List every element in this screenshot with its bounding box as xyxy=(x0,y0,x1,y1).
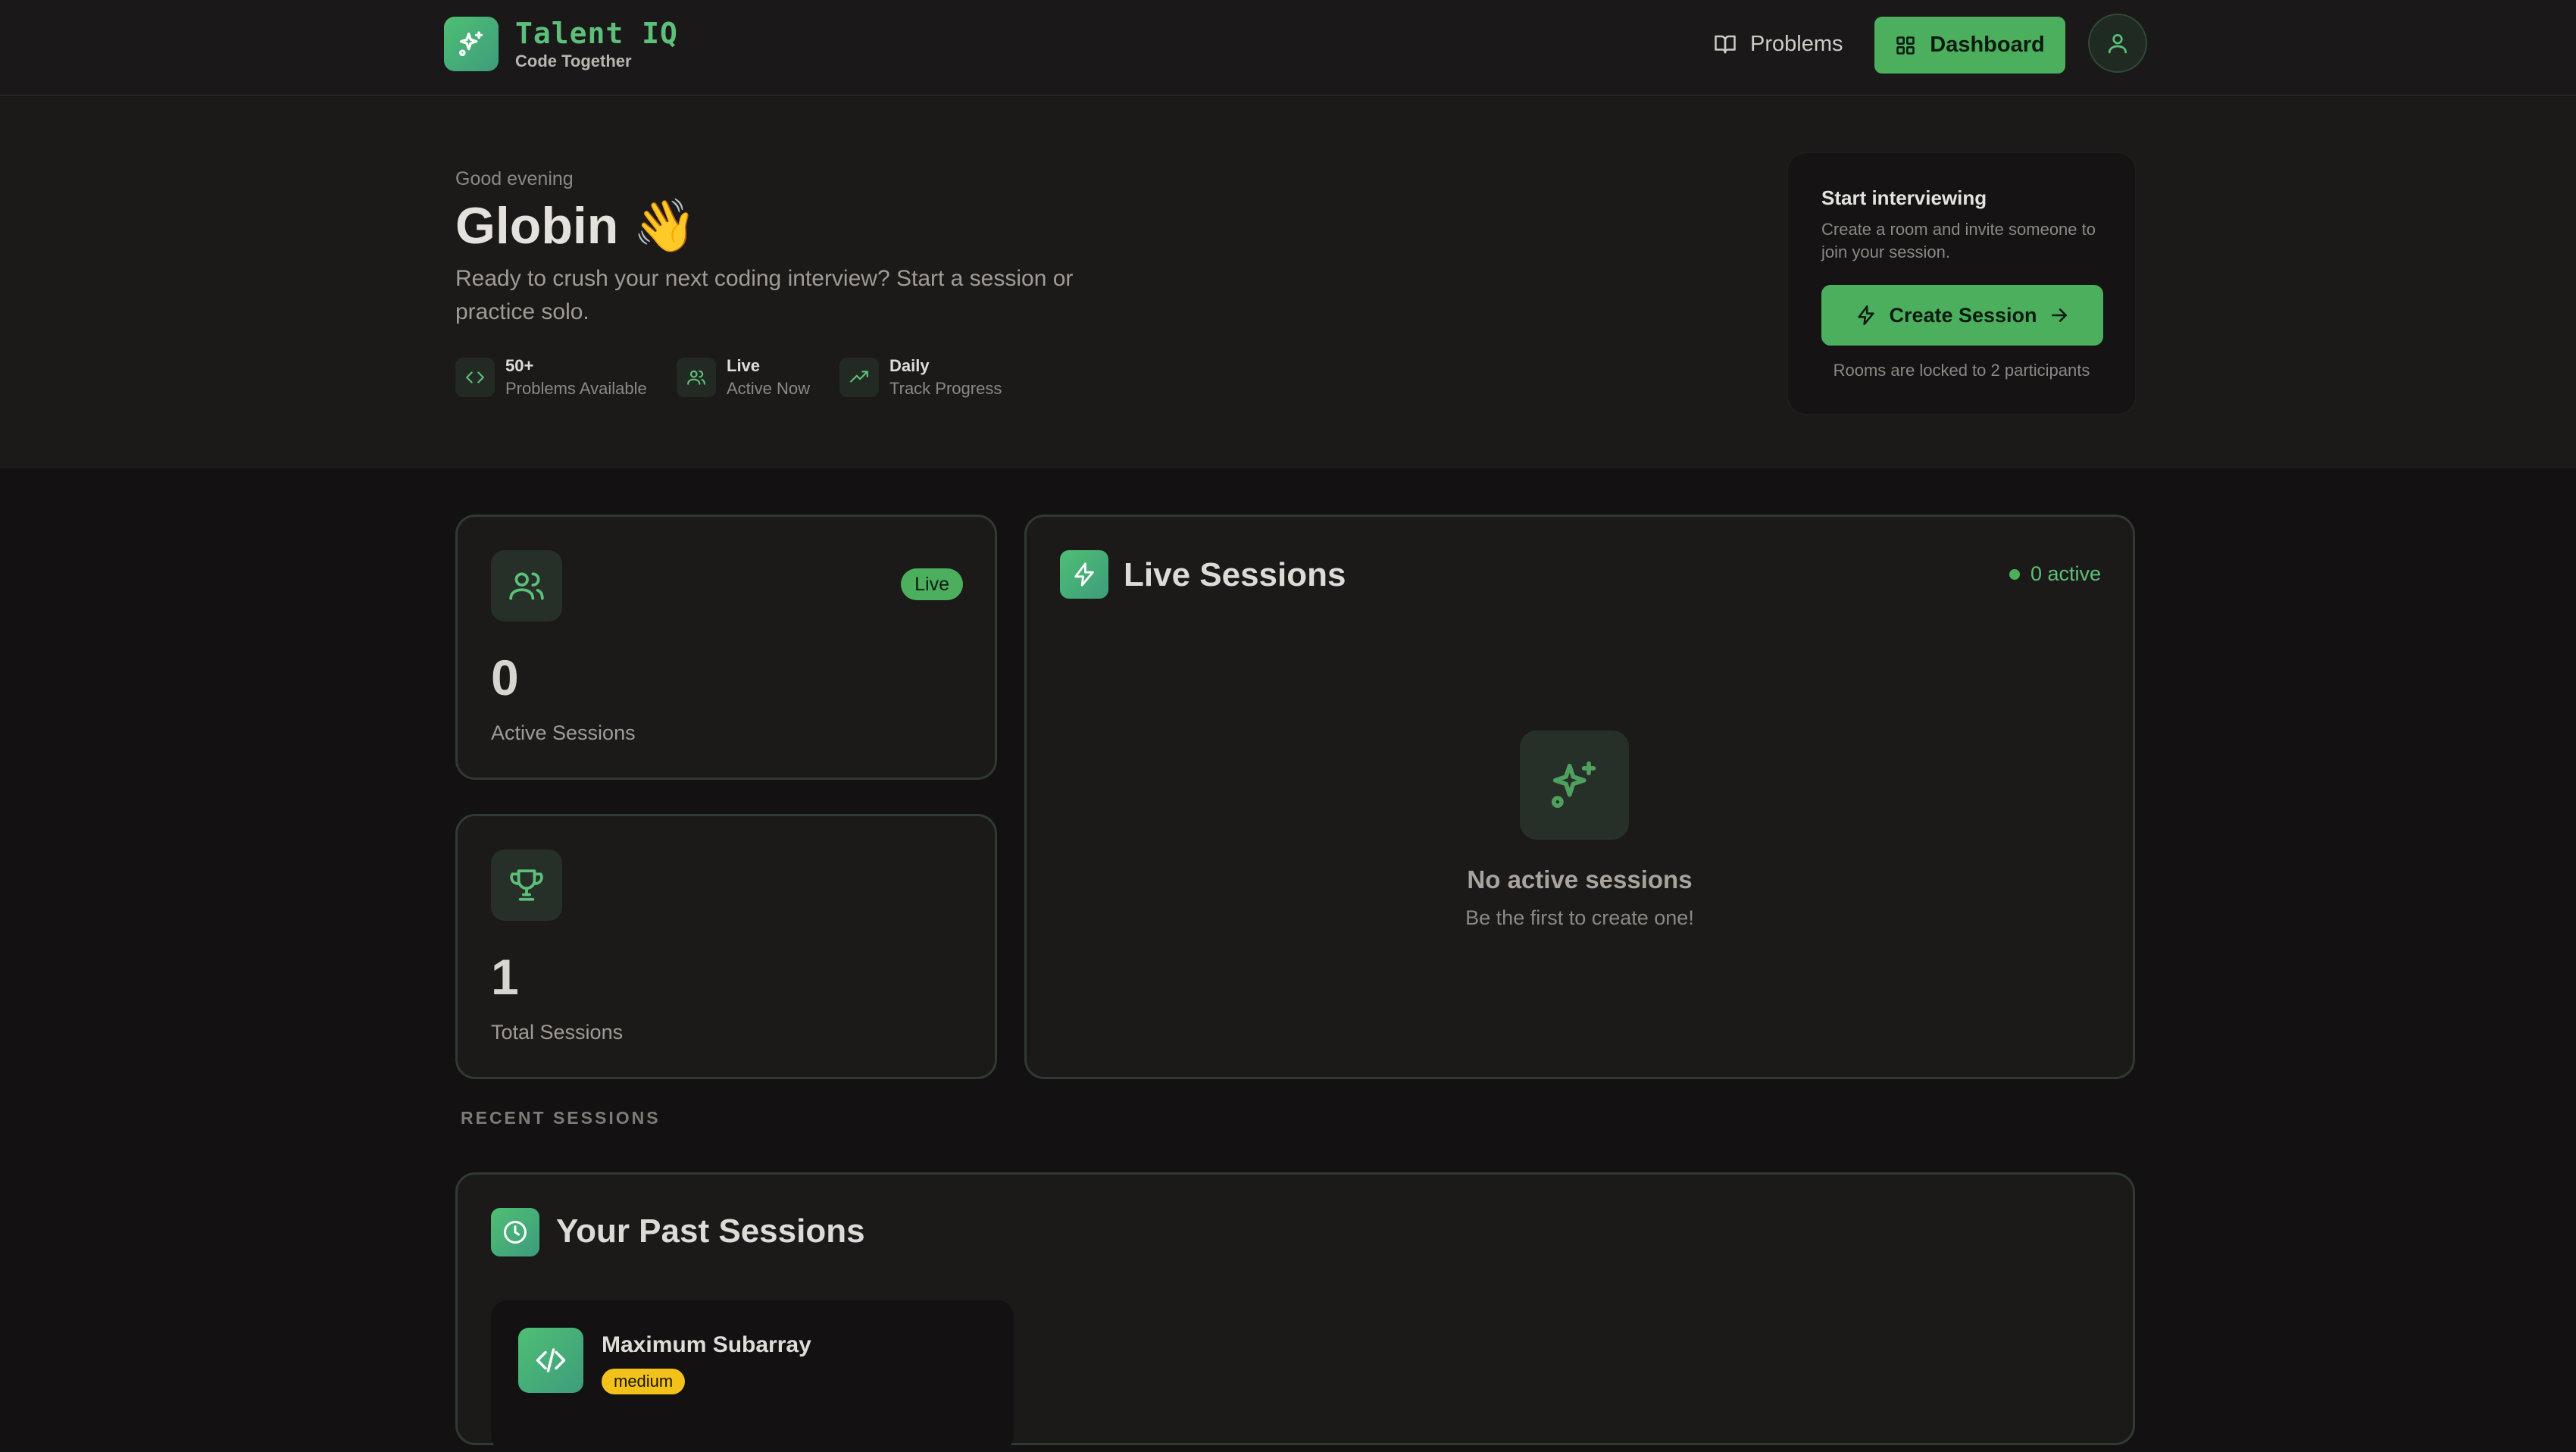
nav-dashboard-button[interactable]: Dashboard xyxy=(1874,17,2065,74)
code-icon xyxy=(455,358,495,397)
create-session-button[interactable]: Create Session xyxy=(1821,285,2103,346)
empty-state-title: No active sessions xyxy=(1467,865,1693,893)
clock-icon xyxy=(491,1208,539,1256)
live-badge: Live xyxy=(901,568,963,600)
logo-icon[interactable] xyxy=(444,17,499,71)
active-sessions-count: 0 xyxy=(491,649,519,706)
brand-name[interactable]: Talent IQ xyxy=(515,17,678,50)
empty-state-subtitle: Be the first to create one! xyxy=(1465,906,1694,929)
code-icon xyxy=(518,1328,583,1393)
active-sessions-card: Live 0 Active Sessions xyxy=(455,515,997,780)
start-card-description: Create a room and invite someone to join… xyxy=(1821,220,2096,261)
trophy-icon xyxy=(491,850,562,921)
active-sessions-label: Active Sessions xyxy=(491,721,636,744)
trending-up-icon xyxy=(839,358,879,397)
user-icon xyxy=(2109,34,2127,54)
user-name-heading: Globin 👋 xyxy=(455,197,697,255)
arrow-right-icon xyxy=(2051,308,2067,322)
hero-subtitle: Ready to crush your next coding intervie… xyxy=(455,266,1074,324)
live-sessions-title: Live Sessions xyxy=(1124,556,1346,593)
chip-subtitle: Problems Available xyxy=(505,379,647,398)
past-sessions-title: Your Past Sessions xyxy=(556,1213,865,1250)
start-interviewing-card: Start interviewing Create a room and inv… xyxy=(1787,152,2137,415)
user-avatar-button[interactable] xyxy=(2088,14,2147,73)
chip-live: Live Active Now xyxy=(677,356,810,399)
brand-tagline: Code Together xyxy=(515,52,632,70)
zap-icon xyxy=(1858,305,1875,325)
create-session-label: Create Session xyxy=(1889,303,2037,327)
book-icon xyxy=(1715,35,1736,54)
users-icon xyxy=(491,550,562,621)
greeting-text: Good evening xyxy=(455,168,574,189)
top-nav-bar: Talent IQ Code Together Problems Dashboa… xyxy=(0,0,2576,96)
chip-title: Live xyxy=(727,356,761,375)
difficulty-badge: medium xyxy=(602,1369,686,1394)
status-dot xyxy=(2009,568,2020,580)
recent-sessions-label: RECENT SESSIONS xyxy=(461,1108,661,1128)
hero-section xyxy=(0,97,2576,468)
total-sessions-count: 1 xyxy=(491,949,519,1005)
active-count-label: 0 active xyxy=(2030,562,2101,585)
chip-title: Daily xyxy=(889,356,930,375)
active-count-indicator: 0 active xyxy=(2009,562,2101,586)
users-icon xyxy=(677,358,716,397)
live-sessions-panel: Live Sessions 0 active No active session… xyxy=(1024,515,2135,1079)
session-problem-title: Maximum Subarray xyxy=(602,1332,811,1357)
zap-icon xyxy=(1060,550,1108,599)
room-limit-note: Rooms are locked to 2 participants xyxy=(1833,361,2090,380)
chip-daily: Daily Track Progress xyxy=(839,356,1002,399)
total-sessions-card: 1 Total Sessions xyxy=(455,814,997,1079)
past-sessions-panel: Your Past Sessions Maximum Subarray medi… xyxy=(455,1172,2135,1452)
start-card-title: Start interviewing xyxy=(1821,186,1987,209)
nav-problems-label: Problems xyxy=(1750,31,1843,56)
nav-dashboard-label: Dashboard xyxy=(1930,33,2045,57)
chip-title: 50+ xyxy=(505,356,534,375)
nav-problems-link[interactable]: Problems xyxy=(1714,23,1843,65)
past-session-item[interactable]: Maximum Subarray medium xyxy=(491,1300,1014,1452)
grid-icon xyxy=(1896,36,1915,55)
chip-subtitle: Active Now xyxy=(727,379,811,398)
chip-subtitle: Track Progress xyxy=(889,379,1002,398)
chip-problems: 50+ Problems Available xyxy=(455,356,647,399)
sparkles-icon xyxy=(1520,731,1629,840)
total-sessions-label: Total Sessions xyxy=(491,1021,624,1044)
